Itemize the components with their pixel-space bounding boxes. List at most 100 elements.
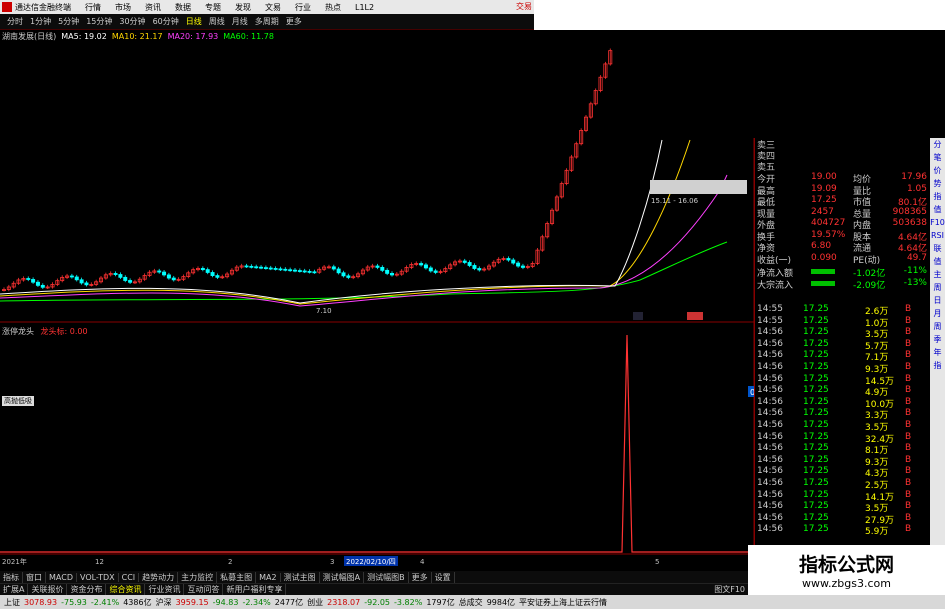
candle-body [35,281,40,286]
side-button[interactable]: 联 [930,242,945,255]
index-label: 上证 [4,597,20,607]
flow-row: 净流入额 -1.02亿 -11% [755,266,931,279]
event-marker-2[interactable] [687,312,703,320]
info-tab[interactable]: 互动问答 [184,584,224,595]
tick-price: 17.25 [803,443,829,454]
tick-row: 14:56 17.25 10.0万 B [755,397,931,410]
indicator-tab[interactable]: MACD [46,572,77,582]
info-tab[interactable]: 综合资讯 [106,584,146,595]
candle-body [467,262,472,266]
indicator-tab[interactable]: 测试主图 [281,571,320,583]
info-tab[interactable]: 行业资讯 [145,584,185,595]
indicator-tab[interactable]: 趋势动力 [139,571,179,583]
high-annotation: 15.11 - 16.06 [651,197,699,205]
tick-row: 14:56 17.25 3.5万 B [755,501,931,514]
side-button[interactable]: 值 [930,255,945,268]
date-label-2021: 2021年 [2,557,27,566]
date-label-12: 12 [95,558,104,566]
tick-time: 14:56 [757,385,783,396]
tick-row: 14:56 17.25 14.5万 B [755,374,931,387]
candle-body [283,268,288,271]
tick-row: 14:56 17.25 9.3万 B [755,454,931,468]
indicator-tab[interactable]: 主力监控 [178,571,218,583]
side-button[interactable]: 价 [930,164,945,177]
candle-body [477,268,482,271]
tick-side: B [905,327,912,338]
side-button[interactable]: 指 [930,190,945,203]
tick-row: 14:56 17.25 9.3万 B [755,362,931,375]
tick-price: 17.25 [803,338,829,349]
indicator-tab[interactable]: 窗口 [23,571,46,583]
info-tab[interactable]: 关联报价 [28,584,68,595]
tick-time: 14:56 [757,454,783,465]
tick-price: 17.25 [803,315,829,326]
tick-price: 17.25 [803,512,829,523]
candle-body [166,274,171,279]
status-bar: 上证 3078.93 -75.93 -2.41% 4386亿 沪深 3959.15 -94.8… [0,595,945,609]
candle-body [171,277,176,281]
tick-side: B [905,454,912,465]
tick-time: 14:56 [757,327,783,338]
tick-row: 14:56 17.25 7.1万 B [755,350,931,363]
candle-body [118,274,123,278]
candle-body [419,263,424,266]
info-tab[interactable]: 新用户福利专享 [223,584,287,595]
indicator-tab[interactable]: 私募主图 [217,571,257,583]
candlestick-group [2,48,613,292]
candle-body [84,282,89,286]
info-tab[interactable]: 资金分布 [67,584,107,595]
event-marker-1[interactable] [633,312,643,320]
sell-level-3: 卖三 [757,141,776,151]
side-button[interactable]: 年 [930,346,945,359]
candle-body [74,276,79,281]
side-button[interactable]: 季 [930,333,945,346]
indicator-tab[interactable]: MA2 [256,572,281,582]
info-tab[interactable]: 扩展A [0,584,29,595]
side-button[interactable]: 主 [930,268,945,281]
tick-row: 14:56 17.25 2.5万 B [755,478,931,491]
candle-body [336,268,341,274]
candle-body [254,266,259,269]
quote-label: PE(动) [853,255,881,266]
quote-row: 现量 2457 总量 908365 [755,207,931,220]
tick-price: 17.25 [803,431,829,442]
quote-row: 收益(一) 0.090 PE(动) 49.7 [755,253,931,266]
indicator-tab[interactable]: VOL-TDX [77,572,119,582]
candle-body [31,279,36,283]
tick-row: 14:56 17.25 4.3万 B [755,466,931,479]
indicator-tabs: 指标 窗口 MACD VOL-TDX CCI 趋势动力 主力监控 私募主图 MA2 测试主图 测试幅… [0,571,748,583]
indicator-tab[interactable]: 指标 [0,571,23,583]
indicator-tab[interactable]: 测试幅图B [364,571,409,583]
side-button[interactable]: 月 [930,307,945,320]
flow-pct: -11% [903,266,927,276]
date-label-4: 4 [420,558,425,566]
candle-body [428,267,433,272]
indicator-tab[interactable]: 设置 [432,571,455,583]
tick-price: 17.25 [803,408,829,419]
tick-price: 17.25 [803,501,829,512]
tick-side: B [905,408,912,419]
tick-time: 14:56 [757,501,783,512]
strategy-box[interactable]: 高抛低吸 [2,396,34,406]
side-button[interactable]: 周 [930,281,945,294]
side-button[interactable]: 分 [930,138,945,151]
quote-label: 收益(一) [757,255,792,266]
side-button[interactable]: 笔 [930,151,945,164]
side-button[interactable]: 日 [930,294,945,307]
candle-body [210,272,215,276]
f10-tab[interactable]: 图文F10 [711,584,748,595]
side-button[interactable]: RSI [930,229,945,242]
indicator-tab[interactable]: 测试幅图A [320,571,365,583]
candle-body [307,270,312,273]
watermark: 指标公式网 www.zbgs3.com [748,545,945,595]
side-button[interactable]: 指 [930,359,945,372]
side-toolbar: 分笔价势指值 F10 RSI 联值主周日月周季年指 [930,138,945,598]
side-button[interactable]: 周 [930,320,945,333]
indicator-tab[interactable]: 更多 [409,571,432,583]
side-button[interactable]: 值 [930,203,945,216]
side-button[interactable]: 势 [930,177,945,190]
side-button[interactable]: F10 [930,216,945,229]
index-pct: -2.41% [90,597,120,607]
indicator-tab[interactable]: CCI [119,572,140,582]
tick-time: 14:56 [757,524,783,535]
